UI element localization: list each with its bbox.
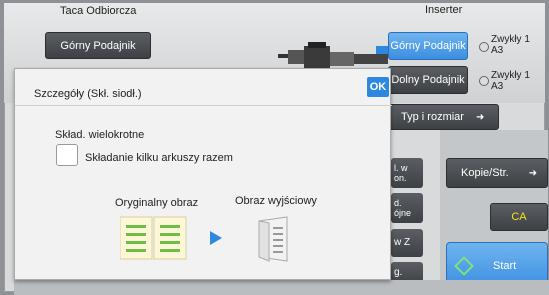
type-size-button[interactable]: Typ i rozmiar ➜	[388, 104, 499, 130]
bg-button-2-line1: d.	[394, 198, 402, 208]
title-divider	[15, 105, 392, 106]
output-tray-upper-button[interactable]: Górny Podajnik	[45, 32, 151, 59]
section-label: Skład. wielokrotne	[55, 129, 145, 141]
play-arrow-icon	[210, 231, 222, 245]
paper-icon	[479, 42, 489, 52]
bg-button-1-line2: on.	[394, 173, 407, 183]
start-diamond-icon	[454, 256, 474, 276]
upper-tray-paper-type: Zwykły 1	[491, 34, 530, 45]
output-tray-title: Taca Odbiorcza	[60, 5, 137, 17]
arrow-right-icon: ➜	[475, 111, 485, 123]
upper-tray-paper-size: A3	[491, 45, 504, 56]
copies-per-sheet-label: Kopie/Str.	[461, 167, 509, 179]
clear-all-button[interactable]: CA	[490, 203, 548, 231]
output-image-label: Obraz wyjściowy	[235, 195, 317, 207]
ok-button[interactable]: OK	[367, 77, 389, 97]
bg-button-2-line2: ójne	[394, 208, 412, 218]
bg-button-1-line1: l. w	[394, 163, 408, 173]
inserter-upper-tray-button[interactable]: Górny Podajnik	[388, 32, 468, 60]
lower-tray-paper-size: A3	[491, 81, 504, 92]
arrow-right-icon: ➜	[528, 167, 538, 179]
inserter-lower-tray-button[interactable]: Dolny Podajnik	[388, 66, 468, 94]
details-dialog: Szczegóły (Skł. siodł.) OK Skład. wielok…	[14, 68, 392, 280]
start-label: Start	[493, 260, 517, 272]
inserter-title: Inserter	[425, 4, 463, 16]
copies-per-sheet-button[interactable]: Kopie/Str. ➜	[446, 158, 548, 188]
bottom-strip	[14, 280, 549, 295]
dialog-title: Szczegóły (Skł. siodł.)	[34, 88, 142, 100]
folded-output-icon	[258, 216, 288, 262]
paper-icon	[479, 76, 489, 86]
type-size-label: Typ i rozmiar	[401, 111, 464, 123]
bg-button-3[interactable]: w Z	[391, 229, 423, 257]
original-pages-icon	[120, 216, 187, 260]
checkbox-label: Składanie kilku arkuszy razem	[85, 152, 233, 164]
multi-fold-checkbox[interactable]	[56, 144, 78, 166]
original-image-label: Oryginalny obraz	[115, 197, 199, 209]
lower-tray-paper-type: Zwykły 1	[491, 70, 530, 81]
bg-button-2[interactable]: d. ójne	[391, 193, 423, 223]
bg-button-1[interactable]: l. w on.	[391, 158, 423, 188]
